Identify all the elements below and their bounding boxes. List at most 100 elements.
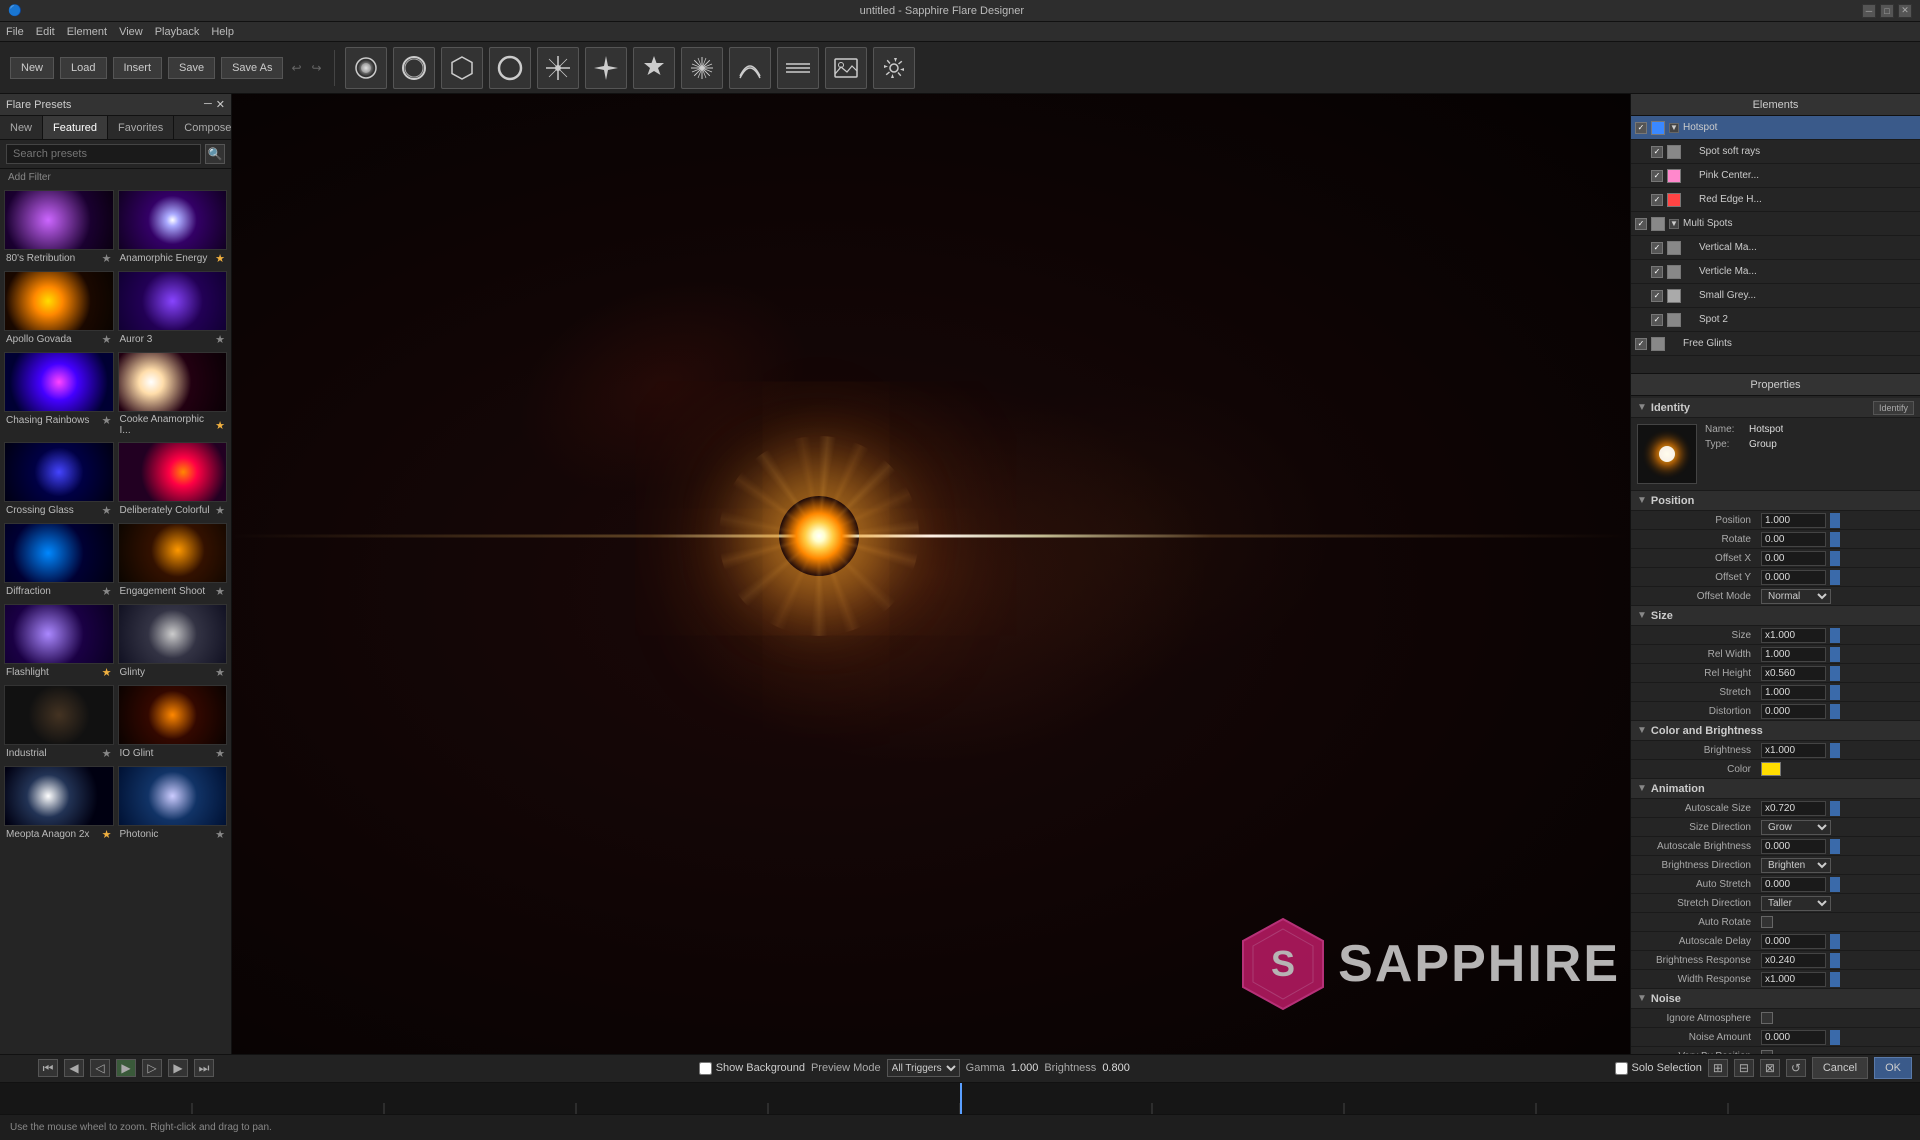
prop-slider-btn[interactable] bbox=[1830, 551, 1840, 566]
timeline-ruler[interactable] bbox=[0, 1083, 1920, 1114]
preset-item[interactable]: Crossing Glass ★ bbox=[4, 442, 114, 519]
preset-item[interactable]: Photonic ★ bbox=[118, 766, 228, 843]
element-visibility-checkbox[interactable]: ✓ bbox=[1635, 122, 1647, 134]
identity-section-header[interactable]: ▼ Identity Identify bbox=[1631, 398, 1920, 418]
element-row[interactable]: ✓ Free Glints bbox=[1631, 332, 1920, 356]
preset-star-icon[interactable]: ★ bbox=[102, 747, 112, 760]
prop-checkbox[interactable] bbox=[1761, 1012, 1773, 1024]
tool-lines[interactable] bbox=[777, 47, 819, 89]
preset-item[interactable]: Auror 3 ★ bbox=[118, 271, 228, 348]
prop-slider-btn[interactable] bbox=[1830, 532, 1840, 547]
prop-input-field[interactable] bbox=[1761, 532, 1826, 547]
add-filter-link[interactable]: Add Filter bbox=[0, 169, 231, 186]
tool-image[interactable] bbox=[825, 47, 867, 89]
minimize-btn[interactable]: ─ bbox=[1862, 4, 1876, 18]
element-row[interactable]: ✓ ▼ Multi Spots bbox=[1631, 212, 1920, 236]
menu-element[interactable]: Element bbox=[67, 26, 107, 38]
prop-input-field[interactable] bbox=[1761, 666, 1826, 681]
preset-star-icon[interactable]: ★ bbox=[102, 252, 112, 265]
tool-starburst[interactable] bbox=[681, 47, 723, 89]
prop-input-field[interactable] bbox=[1761, 934, 1826, 949]
prop-dropdown[interactable]: Taller bbox=[1761, 896, 1831, 911]
undo-icon[interactable]: ↩ bbox=[291, 61, 301, 75]
prop-slider-btn[interactable] bbox=[1830, 666, 1840, 681]
tab-new[interactable]: New bbox=[0, 116, 43, 139]
tool-circle-solid[interactable] bbox=[393, 47, 435, 89]
layout-btn-3[interactable]: ⊠ bbox=[1760, 1059, 1780, 1077]
tool-hexagon[interactable] bbox=[441, 47, 483, 89]
preset-star-icon[interactable]: ★ bbox=[102, 504, 112, 517]
transport-forward-btn[interactable]: ⏭ bbox=[194, 1059, 214, 1077]
prop-checkbox[interactable] bbox=[1761, 916, 1773, 928]
tool-star6[interactable] bbox=[633, 47, 675, 89]
maximize-btn[interactable]: □ bbox=[1880, 4, 1894, 18]
preset-item[interactable]: Diffraction ★ bbox=[4, 523, 114, 600]
preset-star-icon[interactable]: ★ bbox=[215, 585, 225, 598]
tool-settings[interactable] bbox=[873, 47, 915, 89]
preset-item[interactable]: Anamorphic Energy ★ bbox=[118, 190, 228, 267]
viewport[interactable]: S SAPPHIRE bbox=[232, 94, 1630, 1054]
prop-input-field[interactable] bbox=[1761, 685, 1826, 700]
save-button[interactable]: Save bbox=[168, 57, 215, 79]
new-button[interactable]: New bbox=[10, 57, 54, 79]
preset-star-icon[interactable]: ★ bbox=[215, 828, 225, 841]
menu-playback[interactable]: Playback bbox=[155, 26, 200, 38]
element-visibility-checkbox[interactable]: ✓ bbox=[1651, 266, 1663, 278]
element-expand-btn[interactable]: ▼ bbox=[1669, 123, 1679, 133]
prop-input-field[interactable] bbox=[1761, 743, 1826, 758]
tool-arc[interactable] bbox=[729, 47, 771, 89]
save-as-button[interactable]: Save As bbox=[221, 57, 283, 79]
transport-prev-slow-btn[interactable]: ◁ bbox=[90, 1059, 110, 1077]
prop-input-field[interactable] bbox=[1761, 551, 1826, 566]
reset-btn[interactable]: ↺ bbox=[1786, 1059, 1806, 1077]
timeline-playhead[interactable] bbox=[960, 1083, 962, 1114]
transport-next-frame-btn[interactable]: ▶ bbox=[168, 1059, 188, 1077]
identify-button[interactable]: Identify bbox=[1873, 401, 1914, 415]
prop-input-field[interactable] bbox=[1761, 801, 1826, 816]
element-row[interactable]: ✓ Spot 2 bbox=[1631, 308, 1920, 332]
close-btn[interactable]: ✕ bbox=[1898, 4, 1912, 18]
prop-input-field[interactable] bbox=[1761, 972, 1826, 987]
panel-minimize-btn[interactable]: ─ bbox=[204, 98, 212, 111]
preset-star-icon[interactable]: ★ bbox=[215, 419, 225, 432]
prop-input-field[interactable] bbox=[1761, 953, 1826, 968]
element-row[interactable]: ✓ Vertical Ma... bbox=[1631, 236, 1920, 260]
preset-star-icon[interactable]: ★ bbox=[215, 666, 225, 679]
element-row[interactable]: ✓ Small Grey... bbox=[1631, 284, 1920, 308]
prop-input-field[interactable] bbox=[1761, 647, 1826, 662]
preset-star-icon[interactable]: ★ bbox=[102, 666, 112, 679]
element-row[interactable]: ✓ Red Edge H... bbox=[1631, 188, 1920, 212]
menu-file[interactable]: File bbox=[6, 26, 24, 38]
insert-button[interactable]: Insert bbox=[113, 57, 163, 79]
preset-item[interactable]: Deliberately Colorful ★ bbox=[118, 442, 228, 519]
element-visibility-checkbox[interactable]: ✓ bbox=[1651, 170, 1663, 182]
element-visibility-checkbox[interactable]: ✓ bbox=[1651, 146, 1663, 158]
tab-favorites[interactable]: Favorites bbox=[108, 116, 174, 139]
prop-slider-btn[interactable] bbox=[1830, 801, 1840, 816]
ok-button[interactable]: OK bbox=[1874, 1057, 1912, 1079]
prop-slider-btn[interactable] bbox=[1830, 1030, 1840, 1045]
transport-next-slow-btn[interactable]: ▷ bbox=[142, 1059, 162, 1077]
preset-item[interactable]: Glinty ★ bbox=[118, 604, 228, 681]
search-button[interactable]: 🔍 bbox=[205, 144, 225, 164]
transport-prev-frame-btn[interactable]: ◀ bbox=[64, 1059, 84, 1077]
element-visibility-checkbox[interactable]: ✓ bbox=[1651, 314, 1663, 326]
transport-rewind-btn[interactable]: ⏮ bbox=[38, 1059, 58, 1077]
section-header-animation[interactable]: ▼ Animation bbox=[1631, 779, 1920, 799]
element-expand-btn[interactable]: ▼ bbox=[1669, 219, 1679, 229]
preset-star-icon[interactable]: ★ bbox=[102, 828, 112, 841]
section-header-position[interactable]: ▼ Position bbox=[1631, 491, 1920, 511]
cancel-button[interactable]: Cancel bbox=[1812, 1057, 1868, 1079]
preset-item[interactable]: Engagement Shoot ★ bbox=[118, 523, 228, 600]
element-visibility-checkbox[interactable]: ✓ bbox=[1635, 218, 1647, 230]
prop-input-field[interactable] bbox=[1761, 877, 1826, 892]
tool-star4[interactable] bbox=[585, 47, 627, 89]
element-visibility-checkbox[interactable]: ✓ bbox=[1635, 338, 1647, 350]
tool-circle-ring[interactable] bbox=[489, 47, 531, 89]
solo-selection-checkbox[interactable] bbox=[1615, 1062, 1628, 1075]
prop-color-swatch[interactable] bbox=[1761, 762, 1781, 776]
prop-slider-btn[interactable] bbox=[1830, 953, 1840, 968]
layout-btn-1[interactable]: ⊞ bbox=[1708, 1059, 1728, 1077]
preset-item[interactable]: Meopta Anagon 2x ★ bbox=[4, 766, 114, 843]
element-row[interactable]: ✓ ▼ Hotspot bbox=[1631, 116, 1920, 140]
